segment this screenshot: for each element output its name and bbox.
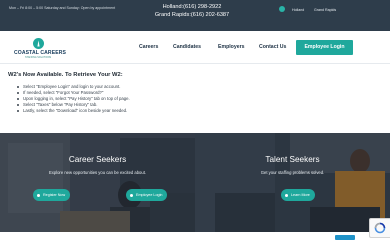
business-hours: Mon – Fri 8:00 – 5:00 Saturday and Sunda… [9, 6, 116, 10]
recaptcha-badge[interactable] [369, 218, 390, 238]
nav-candidates[interactable]: Candidates [173, 44, 201, 50]
panel-overlay [195, 133, 390, 240]
arrow-icon [130, 193, 133, 197]
phone-holland[interactable]: Holland:(616) 298-2922 [152, 3, 232, 11]
arrow-icon [285, 193, 288, 197]
register-now-label: Register Now [43, 193, 66, 197]
career-seekers-subtitle: Explore new opportunities you can be exc… [48, 170, 147, 175]
logo-tagline: STAFFING SOLUTIONS [24, 56, 52, 59]
lighthouse-logo-icon [33, 38, 44, 49]
employee-login-button[interactable]: Employee Login [296, 40, 353, 55]
talent-seekers-subtitle: Get your staffing problems solved. [260, 170, 325, 175]
career-seekers-title: Career Seekers [68, 155, 127, 164]
panel-employee-login-button[interactable]: Employee Login [126, 189, 168, 201]
learn-more-label: Learn More [291, 193, 310, 197]
site-logo[interactable]: COASTAL CAREERS STAFFING SOLUTIONS [14, 38, 66, 60]
recaptcha-icon [374, 222, 386, 234]
w2-step: Lastly, select the "Download" icon besid… [17, 108, 130, 114]
w2-info-section: W2's Now Available. To Retrieve Your W2:… [0, 63, 390, 133]
talent-seekers-panel: Talent Seekers Get your staffing problem… [195, 133, 390, 240]
nav-careers[interactable]: Careers [139, 44, 158, 50]
learn-more-button[interactable]: Learn More [281, 189, 315, 201]
phone-grand-rapids[interactable]: Grand Rapids:(616) 202-6387 [152, 11, 232, 19]
footer-strip [0, 232, 390, 240]
panel-overlay [0, 133, 195, 240]
talent-seekers-title: Talent Seekers [265, 155, 320, 164]
register-now-button[interactable]: Register Now [33, 189, 71, 201]
phone-numbers: Holland:(616) 298-2922 Grand Rapids:(616… [152, 3, 232, 19]
scroll-to-top-button[interactable] [335, 235, 355, 240]
location-pin-icon [279, 6, 285, 12]
nav-employers[interactable]: Employers [218, 44, 245, 50]
top-info-bar: Mon – Fri 8:00 – 5:00 Saturday and Sunda… [0, 0, 390, 31]
location-holland-link[interactable]: Holland [292, 8, 304, 13]
w2-heading: W2's Now Available. To Retrieve Your W2: [8, 72, 123, 78]
panel-employee-login-label: Employee Login [136, 193, 163, 197]
w2-steps-list: Select "Employee Login" and login to you… [17, 84, 130, 114]
career-seekers-panel: Career Seekers Explore new opportunities… [0, 133, 195, 240]
nav-contact-us[interactable]: Contact Us [259, 44, 286, 50]
arrow-icon [37, 193, 40, 197]
location-grand-rapids-link[interactable]: Grand Rapids [314, 8, 336, 13]
